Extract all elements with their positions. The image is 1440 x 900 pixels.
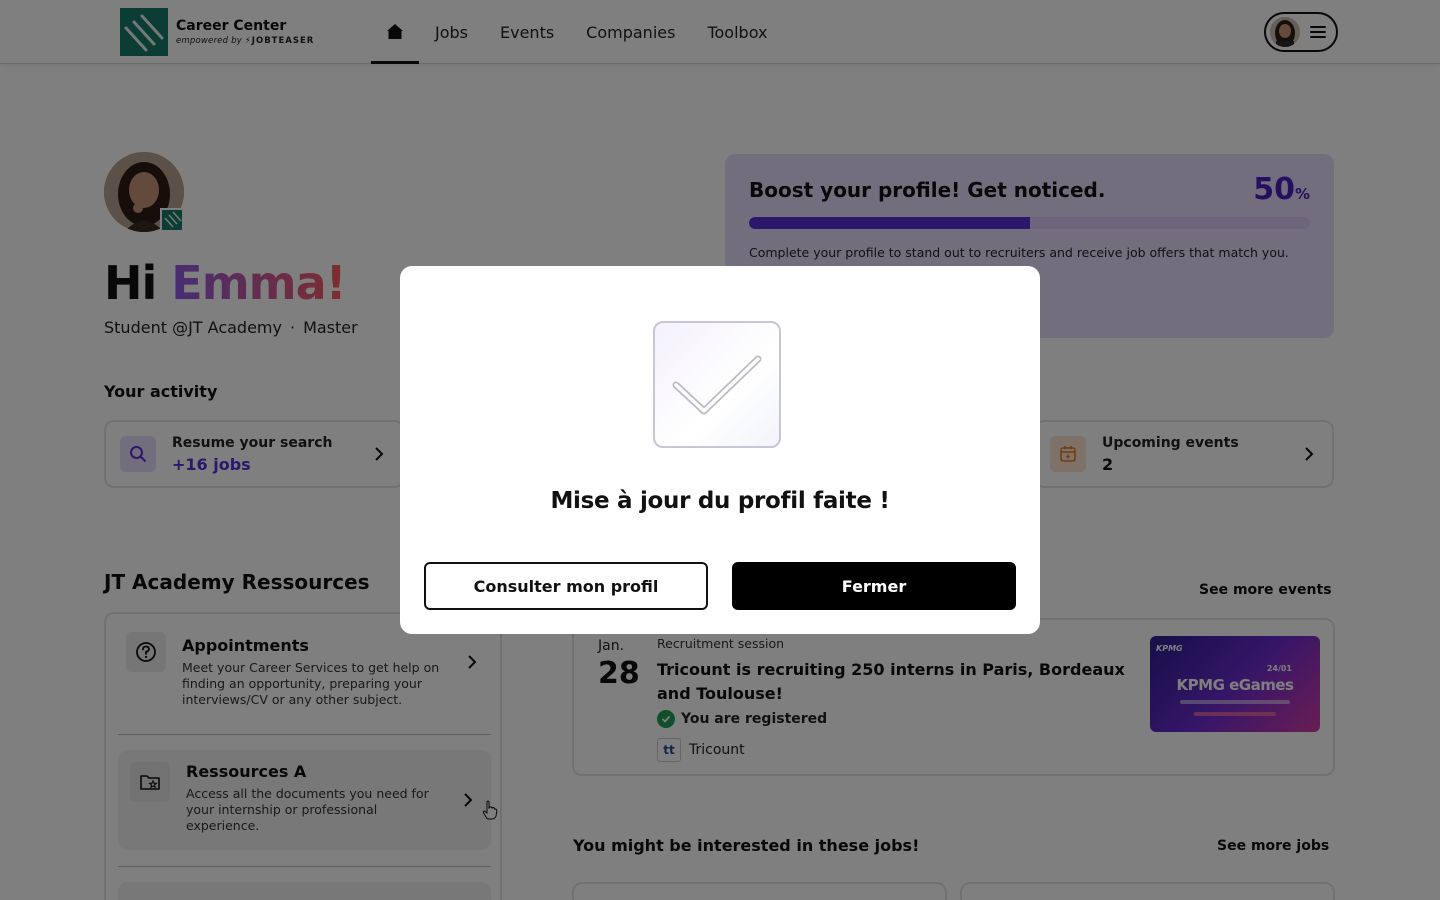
- checkmark-icon: [653, 321, 781, 448]
- close-button[interactable]: Fermer: [732, 562, 1016, 610]
- view-profile-button[interactable]: Consulter mon profil: [424, 562, 708, 610]
- dialog-title: Mise à jour du profil faite !: [550, 488, 890, 514]
- profile-updated-dialog: Mise à jour du profil faite ! Consulter …: [400, 266, 1040, 634]
